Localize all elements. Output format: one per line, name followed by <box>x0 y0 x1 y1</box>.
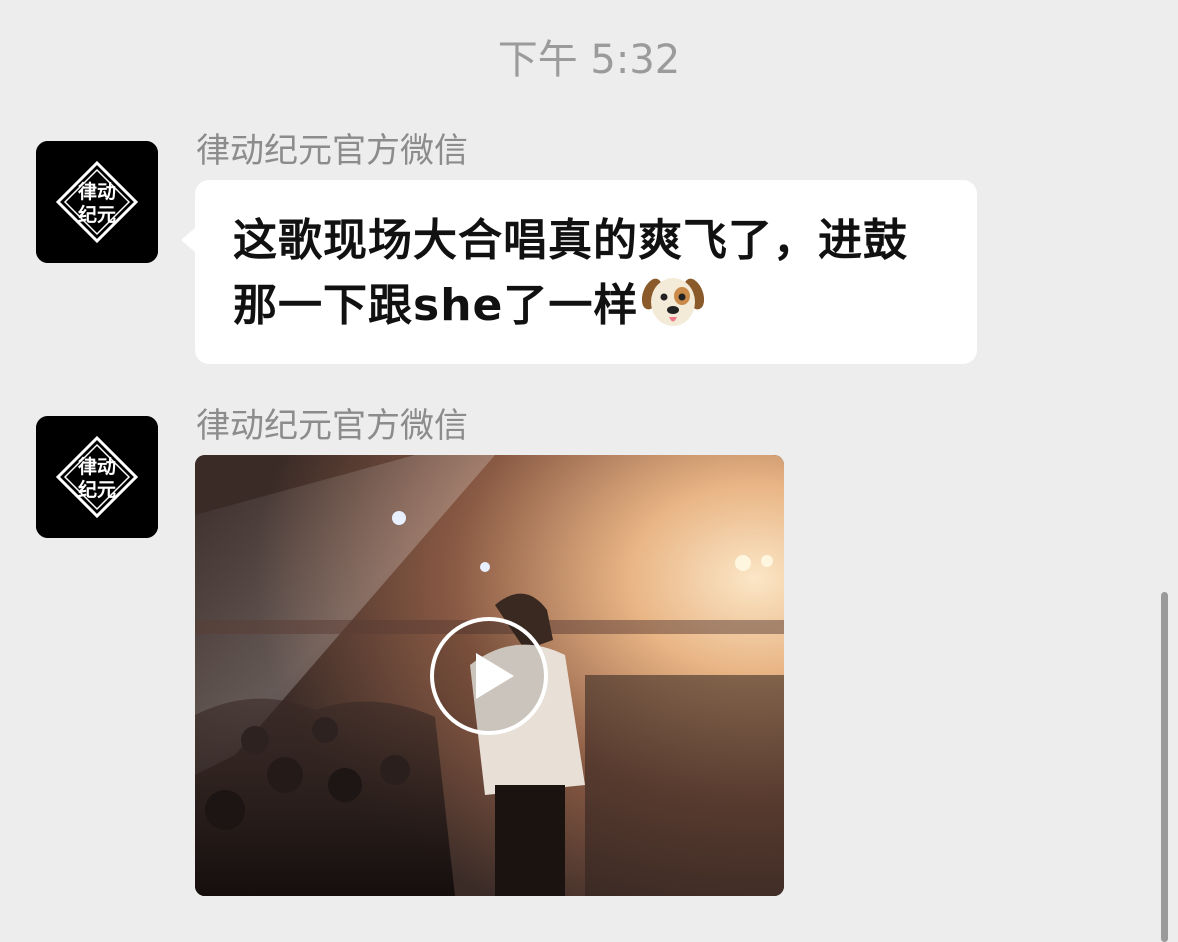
avatar[interactable]: 律动 纪元 <box>36 141 158 263</box>
message-timestamp: 下午 5:32 <box>497 37 681 83</box>
avatar-label-top: 律动 <box>77 180 116 203</box>
video-message[interactable] <box>195 455 784 896</box>
avatar[interactable]: 律动 纪元 <box>36 416 158 538</box>
sender-name: 律动纪元官方微信 <box>196 406 468 446</box>
message-text: 这歌现场大合唱真的爽飞了，进鼓那一下跟she了一样 <box>233 210 941 337</box>
bubble-tail <box>181 228 195 252</box>
dog-face-icon <box>642 278 705 326</box>
message-bubble[interactable]: 这歌现场大合唱真的爽飞了，进鼓那一下跟she了一样 <box>181 180 977 364</box>
avatar-label-top: 律动 <box>77 455 116 478</box>
avatar-label-bottom: 纪元 <box>78 478 116 501</box>
brand-logo-icon: 律动 纪元 <box>36 416 158 538</box>
play-icon[interactable] <box>428 615 550 737</box>
message-text-content: 这歌现场大合唱真的爽飞了，进鼓那一下跟she了一样 <box>233 215 908 331</box>
scrollbar[interactable] <box>1161 592 1168 942</box>
brand-logo-icon: 律动 纪元 <box>36 141 158 263</box>
sender-name: 律动纪元官方微信 <box>196 131 468 171</box>
avatar-label-bottom: 纪元 <box>78 203 116 226</box>
